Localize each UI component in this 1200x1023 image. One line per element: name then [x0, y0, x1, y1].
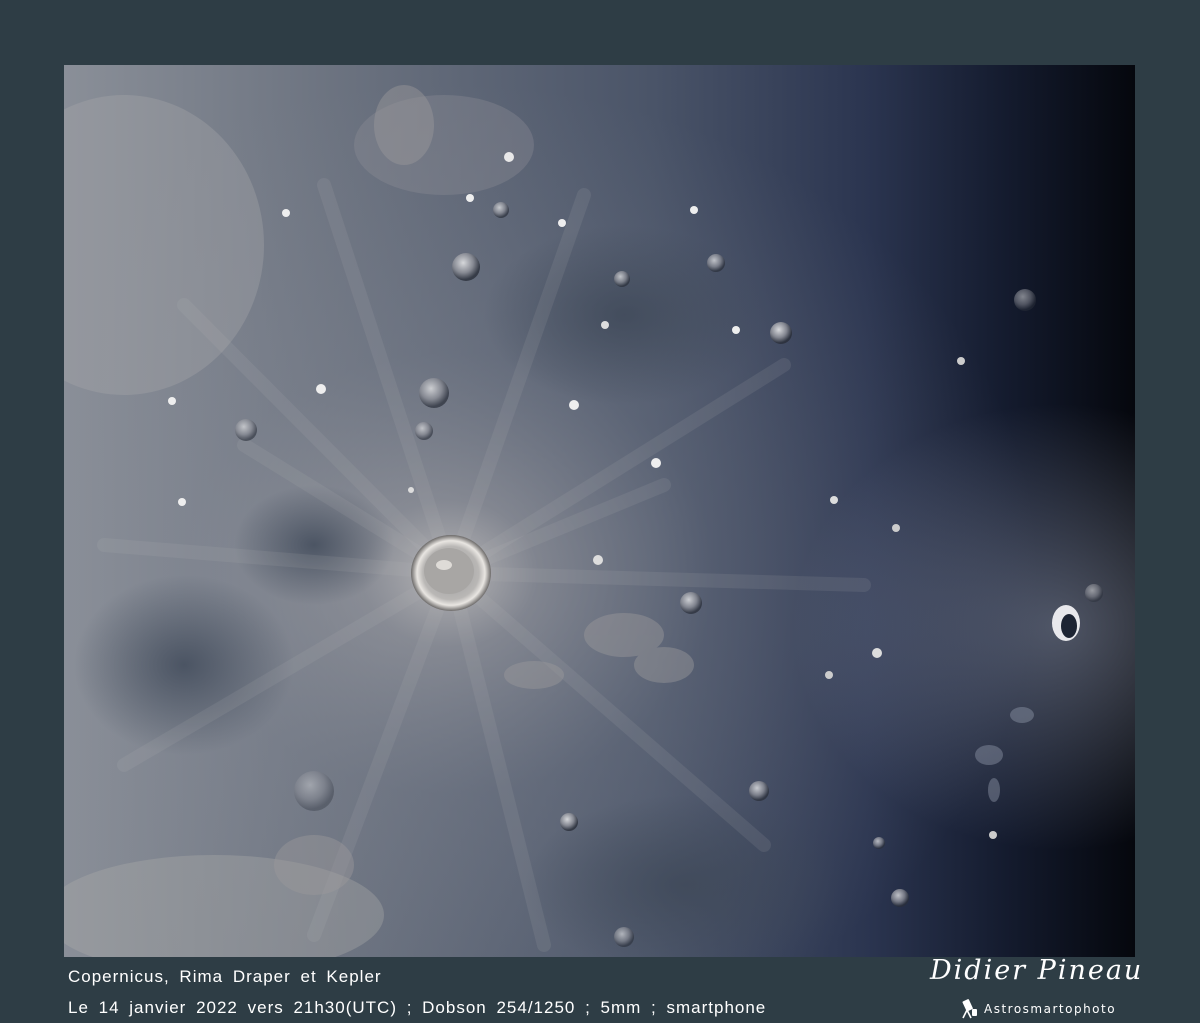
- brand-mark: Astrosmartophoto: [960, 999, 1116, 1019]
- brand-name: Astrosmartophoto: [984, 1002, 1117, 1016]
- photo-details: Le 14 janvier 2022 vers 21h30(UTC) ; Dob…: [68, 998, 767, 1017]
- lunar-photograph: [64, 65, 1135, 957]
- photographer-signature: Didier Pineau: [930, 955, 1144, 986]
- photo-title: Copernicus, Rima Draper et Kepler: [68, 967, 382, 986]
- moon-surface-image: [64, 65, 1135, 957]
- telescope-icon: [962, 999, 977, 1019]
